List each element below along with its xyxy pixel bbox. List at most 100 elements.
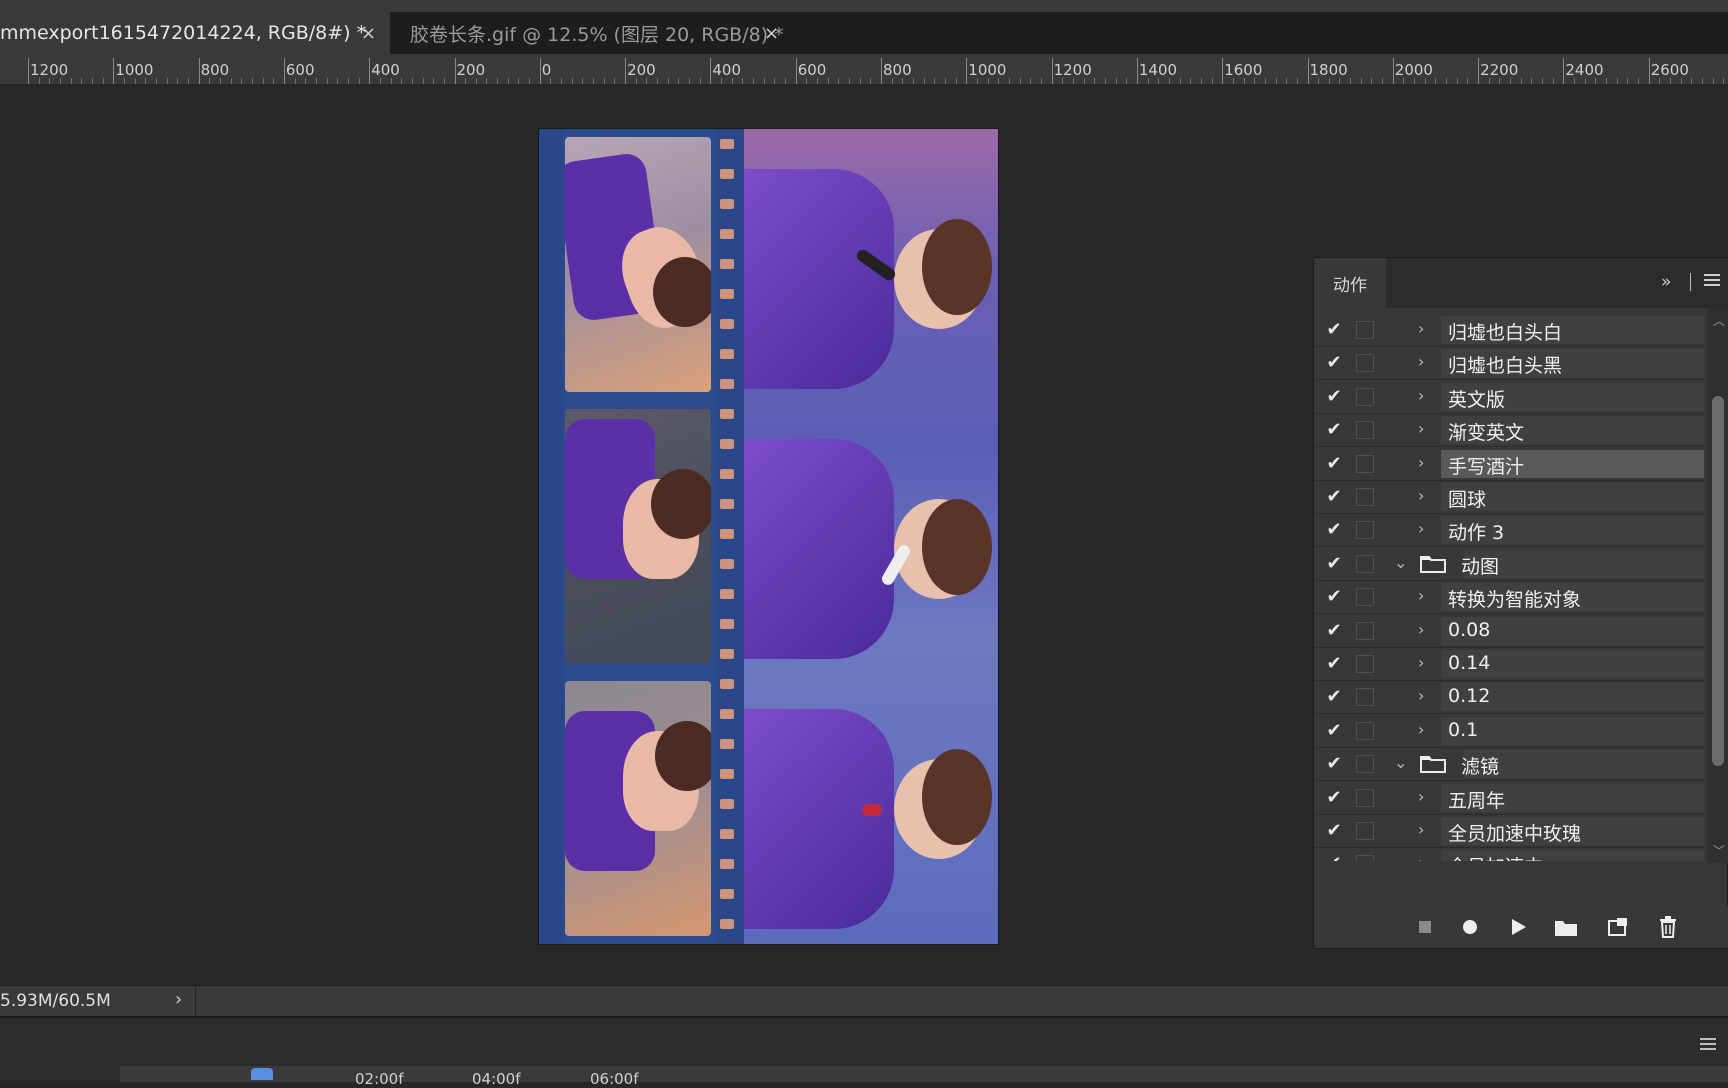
dialog-toggle-box[interactable] bbox=[1356, 655, 1374, 673]
chevron-right-icon[interactable]: › bbox=[1418, 853, 1424, 861]
timeline-time-label: 02:00f bbox=[355, 1070, 404, 1088]
chevron-right-icon[interactable]: › bbox=[1418, 620, 1424, 639]
action-row[interactable]: ✔ › 手写酒汁 bbox=[1314, 448, 1706, 481]
dialog-toggle-box[interactable] bbox=[1356, 321, 1374, 339]
dialog-toggle-box[interactable] bbox=[1356, 387, 1374, 406]
chevron-down-icon[interactable]: ⌄ bbox=[1394, 753, 1407, 772]
close-icon[interactable]: × bbox=[361, 23, 376, 44]
chevron-right-icon[interactable]: › bbox=[1418, 453, 1424, 472]
chevron-down-icon[interactable]: ⌄ bbox=[1394, 553, 1407, 572]
tab-mmexport[interactable]: mmexport1615472014224, RGB/8#) * × bbox=[0, 12, 390, 54]
play-icon[interactable] bbox=[1504, 914, 1532, 940]
check-icon[interactable]: ✔ bbox=[1323, 620, 1345, 642]
action-row[interactable]: ✔ › 圆球 bbox=[1314, 481, 1706, 514]
ruler-minor-tick bbox=[998, 78, 1000, 84]
check-icon[interactable]: ✔ bbox=[1323, 720, 1345, 742]
dialog-toggle-box[interactable] bbox=[1356, 688, 1374, 707]
ruler-major-tick bbox=[454, 58, 456, 84]
dialog-toggle-box[interactable] bbox=[1356, 454, 1374, 473]
check-icon[interactable]: ✔ bbox=[1323, 319, 1345, 341]
dialog-toggle-box[interactable] bbox=[1356, 354, 1374, 373]
check-icon[interactable]: ✔ bbox=[1323, 453, 1345, 475]
chevron-right-icon[interactable]: › bbox=[1418, 352, 1424, 371]
tab-actions[interactable]: 动作 bbox=[1314, 258, 1386, 308]
tab-film-strip-gif[interactable]: 胶卷长条.gif @ 12.5% (图层 20, RGB/8) * × bbox=[390, 12, 820, 54]
check-icon[interactable]: ✔ bbox=[1323, 386, 1345, 408]
ruler-minor-tick bbox=[337, 78, 339, 84]
check-icon[interactable]: ✔ bbox=[1323, 753, 1345, 775]
check-icon[interactable]: ✔ bbox=[1323, 352, 1345, 374]
action-row[interactable]: ✔ › 动作 3 bbox=[1314, 514, 1706, 548]
chevron-right-icon[interactable]: › bbox=[175, 989, 182, 1010]
chevron-right-icon[interactable]: › bbox=[1418, 486, 1424, 505]
dialog-toggle-box[interactable] bbox=[1356, 822, 1374, 840]
collapse-panel-icon[interactable]: » bbox=[1661, 272, 1671, 292]
chevron-right-icon[interactable]: › bbox=[1418, 586, 1424, 605]
scroll-up-icon[interactable]: ︿ bbox=[1713, 312, 1725, 329]
check-icon[interactable]: ✔ bbox=[1323, 853, 1345, 861]
check-icon[interactable]: ✔ bbox=[1323, 519, 1345, 541]
ruler-minor-tick bbox=[401, 78, 403, 84]
chevron-right-icon[interactable]: › bbox=[1418, 686, 1424, 705]
action-row[interactable]: ✔ › 五周年 bbox=[1314, 782, 1706, 815]
stop-icon[interactable] bbox=[1411, 914, 1439, 940]
dialog-toggle-box[interactable] bbox=[1356, 721, 1374, 740]
chevron-right-icon[interactable]: › bbox=[1418, 519, 1424, 538]
action-row[interactable]: ✔ › 转换为智能对象 bbox=[1314, 581, 1706, 615]
dialog-toggle-box[interactable] bbox=[1356, 554, 1374, 573]
document-canvas[interactable] bbox=[539, 129, 998, 944]
check-icon[interactable]: ✔ bbox=[1323, 419, 1345, 441]
chevron-right-icon[interactable]: › bbox=[1418, 787, 1424, 806]
chevron-right-icon[interactable]: › bbox=[1418, 820, 1424, 839]
action-row[interactable]: ✔ › 全员加速中玫瑰 bbox=[1314, 815, 1706, 848]
panel-menu-icon[interactable] bbox=[1704, 274, 1720, 288]
scroll-thumb[interactable] bbox=[1712, 396, 1724, 766]
ruler-minor-tick bbox=[721, 78, 723, 84]
chevron-right-icon[interactable]: › bbox=[1418, 386, 1424, 405]
dialog-toggle-box[interactable] bbox=[1356, 788, 1374, 807]
action-row[interactable]: ✔ › 英文版 bbox=[1314, 381, 1706, 414]
action-row[interactable]: ✔ › 渐变英文 bbox=[1314, 414, 1706, 448]
ruler-minor-tick bbox=[657, 78, 659, 84]
action-row[interactable]: ✔ › 归墟也白头白 bbox=[1314, 314, 1706, 347]
dialog-toggle-box[interactable] bbox=[1356, 421, 1374, 440]
action-row[interactable]: ✔ › 0.14 bbox=[1314, 648, 1706, 681]
action-set-row[interactable]: ✔ ⌄ 动图 bbox=[1314, 548, 1706, 581]
check-icon[interactable]: ✔ bbox=[1323, 787, 1345, 809]
ruler-tick-label: 2600 bbox=[1650, 61, 1689, 79]
action-row[interactable]: ✔ › 归墟也白头黑 bbox=[1314, 347, 1706, 381]
new-action-icon[interactable] bbox=[1604, 914, 1632, 940]
check-icon[interactable]: ✔ bbox=[1323, 653, 1345, 675]
check-icon[interactable]: ✔ bbox=[1323, 820, 1345, 842]
chevron-right-icon[interactable]: › bbox=[1418, 419, 1424, 438]
dialog-toggle-box[interactable] bbox=[1356, 588, 1374, 607]
record-icon[interactable] bbox=[1456, 914, 1484, 940]
dialog-toggle-box[interactable] bbox=[1356, 855, 1374, 861]
chevron-right-icon[interactable]: › bbox=[1418, 720, 1424, 739]
new-set-icon[interactable] bbox=[1552, 914, 1580, 940]
dialog-toggle-box[interactable] bbox=[1356, 755, 1374, 774]
timeline-menu-icon[interactable] bbox=[1700, 1038, 1716, 1052]
tab-title: mmexport1615472014224, RGB/8#) * bbox=[0, 22, 367, 44]
action-set-row[interactable]: ✔ ⌄ 滤镜 bbox=[1314, 748, 1706, 782]
action-row[interactable]: ✔ › 0.12 bbox=[1314, 681, 1706, 715]
horizontal-ruler[interactable]: 1200 1000 800 600 400 200 0 200 400 600 800 1000 120… bbox=[0, 54, 1728, 85]
actions-scrollbar[interactable]: ︿ ﹀ bbox=[1707, 308, 1728, 863]
action-row[interactable]: ✔ › 0.08 bbox=[1314, 615, 1706, 648]
dialog-toggle-box[interactable] bbox=[1356, 488, 1374, 506]
playhead-icon[interactable] bbox=[251, 1068, 273, 1080]
action-row[interactable]: ✔ › 全员加速中 bbox=[1314, 848, 1706, 861]
chevron-right-icon[interactable]: › bbox=[1418, 319, 1424, 338]
delete-icon[interactable] bbox=[1654, 914, 1682, 940]
close-icon[interactable]: × bbox=[764, 23, 779, 44]
chevron-right-icon[interactable]: › bbox=[1418, 653, 1424, 672]
ruler-minor-tick bbox=[1595, 78, 1597, 84]
check-icon[interactable]: ✔ bbox=[1323, 486, 1345, 508]
dialog-toggle-box[interactable] bbox=[1356, 521, 1374, 540]
action-row[interactable]: ✔ › 0.1 bbox=[1314, 715, 1706, 748]
check-icon[interactable]: ✔ bbox=[1323, 553, 1345, 575]
check-icon[interactable]: ✔ bbox=[1323, 686, 1345, 708]
check-icon[interactable]: ✔ bbox=[1323, 586, 1345, 608]
dialog-toggle-box[interactable] bbox=[1356, 621, 1374, 640]
scroll-down-icon[interactable]: ﹀ bbox=[1713, 842, 1725, 859]
